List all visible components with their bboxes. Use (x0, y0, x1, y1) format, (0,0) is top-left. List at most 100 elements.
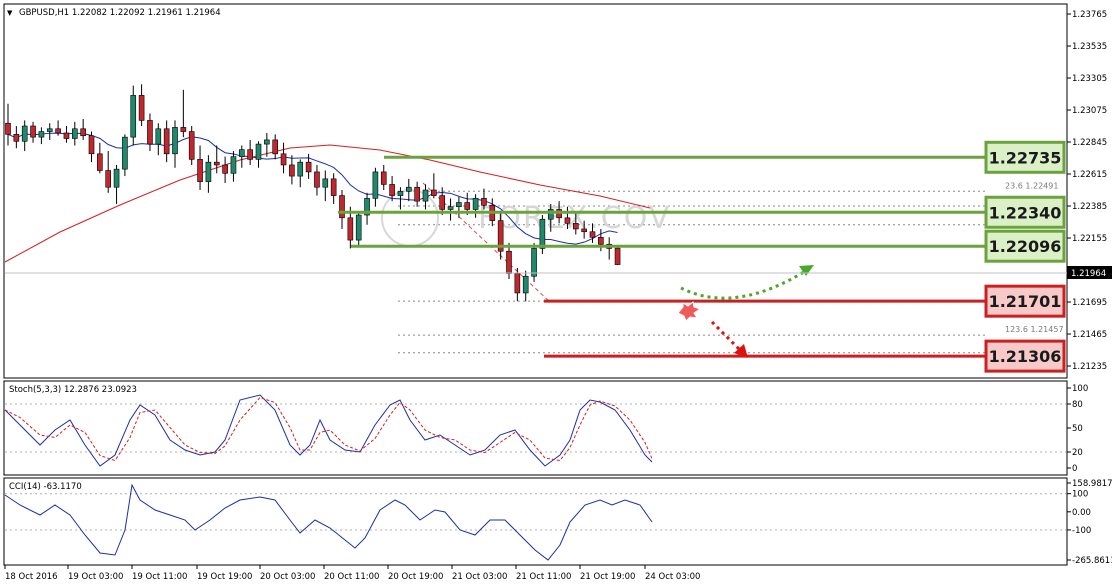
candle-body (264, 139, 270, 145)
candle-body (289, 164, 295, 177)
time-label: 21 Oct 11:00 (516, 572, 571, 582)
candle-body (163, 128, 170, 155)
candle-body (113, 168, 120, 188)
candle-body (105, 170, 111, 188)
price-tick-label: 1.22155 (1072, 234, 1107, 244)
stoch-tick-label: 0 (1072, 464, 1077, 474)
candle-body (380, 171, 387, 185)
candle-body (147, 120, 153, 145)
time-label: 19 Oct 11:00 (132, 572, 187, 582)
candle-body (72, 128, 78, 139)
fib-label: 23.6 1.22491 (1005, 181, 1058, 190)
candle-body (355, 214, 362, 241)
candle-body (431, 189, 437, 196)
candle-body (97, 153, 103, 171)
price-tick-label: 1.22845 (1072, 138, 1107, 148)
price-chart: FOREX.COV 1.227351.223401.220961.217011.… (0, 0, 1112, 588)
candle-body (389, 184, 395, 196)
candle-body (138, 95, 145, 121)
candle-body (230, 156, 237, 174)
level-label: 1.22340 (989, 203, 1062, 222)
candle-body (55, 128, 61, 134)
candle-body (188, 131, 195, 160)
fib-label: 123.6 1.21457 (1005, 325, 1064, 334)
candle-body (481, 198, 487, 206)
cci-tick-label: 158.9817 (1072, 479, 1112, 489)
candle-body (21, 125, 28, 142)
stoch-tick-label: 80 (1072, 400, 1083, 410)
stoch-header: Stoch(5,3,3) 12.2876 23.0923 (9, 385, 137, 395)
candle-body (506, 250, 512, 274)
candle-body (46, 128, 53, 132)
candle-body (130, 95, 137, 138)
candle-body (247, 149, 253, 160)
candle-body (255, 143, 262, 160)
price-tick-label: 1.23535 (1072, 42, 1107, 52)
price-tick-label: 1.22615 (1072, 170, 1107, 180)
chart-background (0, 0, 1112, 588)
candle-body (514, 273, 521, 294)
price-tick-label: 1.22385 (1072, 202, 1107, 212)
candle-body (464, 202, 471, 210)
candle-body (38, 131, 45, 138)
level-label: 1.21701 (989, 292, 1062, 311)
level-label: 1.21306 (989, 347, 1062, 366)
candle-body (205, 161, 212, 182)
candle-body (372, 171, 379, 199)
candle-body (572, 223, 579, 230)
time-label: 20 Oct 11:00 (324, 572, 379, 582)
cci-tick-label: -265.8611 (1072, 556, 1112, 566)
time-label: 24 Oct 03:00 (645, 572, 700, 582)
cci-header: CCI(14) -63.1170 (9, 482, 82, 492)
level-label: 1.22735 (989, 148, 1062, 167)
candle-body (322, 178, 329, 188)
candle-body (422, 189, 429, 202)
candle-body (347, 217, 354, 241)
price-tick-label: 1.21465 (1072, 330, 1107, 340)
candle-body (397, 191, 404, 196)
candle-body (564, 217, 571, 224)
candle-body (222, 164, 228, 174)
price-tick-label: 1.23765 (1072, 10, 1107, 20)
cci-tick-label: 0.00 (1072, 508, 1091, 518)
candle-body (122, 136, 128, 170)
candle-body (180, 127, 187, 132)
candle-body (280, 153, 287, 166)
time-label: 21 Oct 19:00 (580, 572, 635, 582)
stoch-tick-label: 100 (1072, 384, 1088, 394)
candle-body (439, 195, 446, 210)
cci-tick-label: 100 (1072, 490, 1088, 500)
candle-body (531, 248, 537, 277)
price-tick-label: 1.23075 (1072, 106, 1107, 116)
candle-body (339, 195, 345, 219)
candle-body (297, 161, 304, 177)
candle-body (456, 202, 462, 207)
candle-body (581, 228, 587, 233)
candle-body (5, 122, 11, 135)
time-label: 20 Oct 03:00 (260, 572, 315, 582)
candle-body (472, 198, 479, 210)
candle-body (30, 125, 36, 138)
candle-body (272, 139, 279, 155)
candle-body (330, 178, 337, 196)
candle-body (598, 237, 604, 245)
price-tick-label: 1.23305 (1072, 74, 1107, 84)
symbol-header-icon: ▼ (7, 9, 13, 17)
candle-body (172, 127, 178, 155)
candle-body (213, 161, 220, 166)
time-label: 19 Oct 03:00 (68, 572, 123, 582)
symbol-header: GBPUSD,H1 1.22082 1.22092 1.21961 1.2196… (19, 8, 221, 18)
candle-body (305, 161, 312, 173)
price-tick-label: 1.21235 (1072, 362, 1107, 372)
stoch-tick-label: 20 (1072, 448, 1083, 458)
current-price-label: 1.21964 (1071, 269, 1106, 279)
stoch-tick-label: 50 (1072, 424, 1083, 434)
candle-body (589, 231, 596, 238)
candle-body (13, 134, 20, 142)
candle-body (80, 128, 86, 137)
candle-body (155, 128, 162, 145)
candle-body (414, 186, 420, 202)
candle-body (522, 275, 529, 294)
time-label: 19 Oct 19:00 (197, 572, 252, 582)
level-label: 1.22096 (989, 237, 1062, 256)
